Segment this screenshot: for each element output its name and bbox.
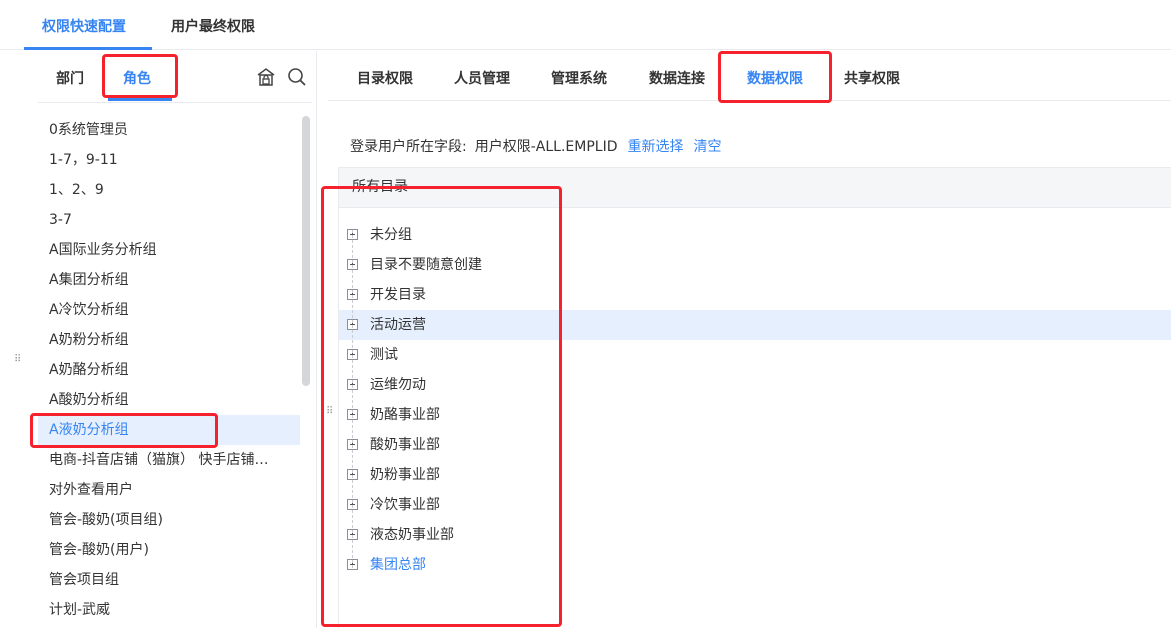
tree-node[interactable]: 目录不要随意创建 (339, 250, 1171, 280)
tab-data-connection[interactable]: 数据连接 (649, 68, 705, 88)
role-item[interactable]: A国际业务分析组 (38, 235, 300, 265)
role-item[interactable]: 管会项目组 (38, 565, 300, 595)
tree-node-label: 液态奶事业部 (370, 527, 454, 543)
tab-data-permission[interactable]: 数据权限 (747, 68, 803, 88)
tab-user-final-permission[interactable]: 用户最终权限 (171, 16, 255, 36)
panel-separator (316, 51, 317, 628)
left-panel: 部门 角色 0系统管理员 1-7，9-11 1、2、9 3-7 A国际业务分析组 A集团分… (0, 51, 316, 628)
tree-node[interactable]: 液态奶事业部 (339, 520, 1171, 550)
tree-node[interactable]: 集团总部 (339, 550, 1171, 580)
role-item[interactable]: A冷饮分析组 (38, 295, 300, 325)
role-item[interactable]: A奶酪分析组 (38, 355, 300, 385)
role-list: 0系统管理员 1-7，9-11 1、2、9 3-7 A国际业务分析组 A集团分析组 A冷饮分… (38, 115, 300, 625)
tab-shared-permission[interactable]: 共享权限 (844, 68, 900, 88)
tab-directory-permission[interactable]: 目录权限 (357, 68, 413, 88)
tree-node[interactable]: 运维勿动 (339, 370, 1171, 400)
tree-node[interactable]: 冷饮事业部 (339, 490, 1171, 520)
tab-personnel-management[interactable]: 人员管理 (454, 68, 510, 88)
tree-guide-line (352, 230, 353, 568)
tab-role[interactable]: 角色 (123, 68, 151, 88)
tab-quick-config[interactable]: 权限快速配置 (42, 16, 126, 36)
role-item[interactable]: 3-7 (38, 205, 300, 235)
tree-node[interactable]: 奶酪事业部 (339, 400, 1171, 430)
tree-node-label: 奶酪事业部 (370, 407, 440, 423)
role-item[interactable]: A集团分析组 (38, 265, 300, 295)
top-tab-bar: 权限快速配置 用户最终权限 (0, 0, 1171, 50)
reselect-link[interactable]: 重新选择 (627, 139, 683, 155)
tree-node-label: 目录不要随意创建 (370, 257, 482, 273)
role-item[interactable]: A奶粉分析组 (38, 325, 300, 355)
tab-department[interactable]: 部门 (56, 68, 84, 88)
tree-node-label: 活动运营 (370, 317, 426, 333)
role-item[interactable]: 计划-武威 (38, 595, 300, 625)
tab-admin-system[interactable]: 管理系统 (551, 68, 607, 88)
role-list-scrollbar[interactable] (302, 116, 310, 386)
tree-node[interactable]: 奶粉事业部 (339, 460, 1171, 490)
tree-node-label: 开发目录 (370, 287, 426, 303)
directory-tree: 未分组目录不要随意创建 开发目录活动运营测试运维勿动奶酪事业部酸奶事业部奶粉事业部… (339, 220, 1171, 580)
role-item[interactable]: A酸奶分析组 (38, 385, 300, 415)
login-user-field-row: 登录用户所在字段: 用户权限-ALL.EMPLID 重新选择 清空 (350, 136, 721, 156)
search-icon[interactable] (286, 66, 308, 88)
field-value: 用户权限-ALL.EMPLID (474, 139, 618, 155)
role-tab-indicator (108, 98, 172, 101)
left-drag-handle-icon[interactable]: ⠿ (14, 353, 21, 367)
role-item[interactable]: 1-7，9-11 (38, 145, 300, 175)
tree-node-label: 未分组 (370, 227, 412, 243)
tree-node-label: 运维勿动 (370, 377, 426, 393)
role-item[interactable]: A液奶分析组 (38, 415, 300, 445)
active-tab-indicator (24, 47, 152, 50)
directory-header: 所有目录 (339, 168, 1171, 208)
tree-node[interactable]: 未分组 (339, 220, 1171, 250)
role-item[interactable]: 1、2、9 (38, 175, 300, 205)
role-item[interactable]: 0系统管理员 (38, 115, 300, 145)
tree-node-label: 测试 (370, 347, 398, 363)
right-drag-handle-icon[interactable]: ⠿ (326, 405, 333, 419)
role-item[interactable]: 管会-酸奶(项目组) (38, 505, 300, 535)
tree-node[interactable]: 酸奶事业部 (339, 430, 1171, 460)
tree-node-label: 集团总部 (370, 557, 426, 573)
clear-link[interactable]: 清空 (693, 139, 721, 155)
tree-node-label: 冷饮事业部 (370, 497, 440, 513)
directory-panel: 所有目录 未分组目录不要随意创建 开发目录活动运营测试运维勿动奶酪事业部酸奶事业部… (338, 167, 1171, 628)
building-lock-icon[interactable] (255, 66, 277, 88)
tree-node-label: 酸奶事业部 (370, 437, 440, 453)
permission-tab-bar: 目录权限 人员管理 管理系统 数据连接 数据权限 共享权限 (328, 51, 1171, 101)
role-item[interactable]: 电商-抖音店铺（猫旗） 快手店铺… (38, 445, 300, 475)
role-item[interactable]: 对外查看用户 (38, 475, 300, 505)
tree-node[interactable]: 开发目录 (339, 280, 1171, 310)
tree-node[interactable]: 测试 (339, 340, 1171, 370)
tree-node[interactable]: 活动运营 (339, 310, 1171, 340)
tree-node-label: 奶粉事业部 (370, 467, 440, 483)
left-divider (38, 102, 312, 103)
role-item[interactable]: 管会-酸奶(用户) (38, 535, 300, 565)
field-label: 登录用户所在字段: (350, 139, 467, 155)
